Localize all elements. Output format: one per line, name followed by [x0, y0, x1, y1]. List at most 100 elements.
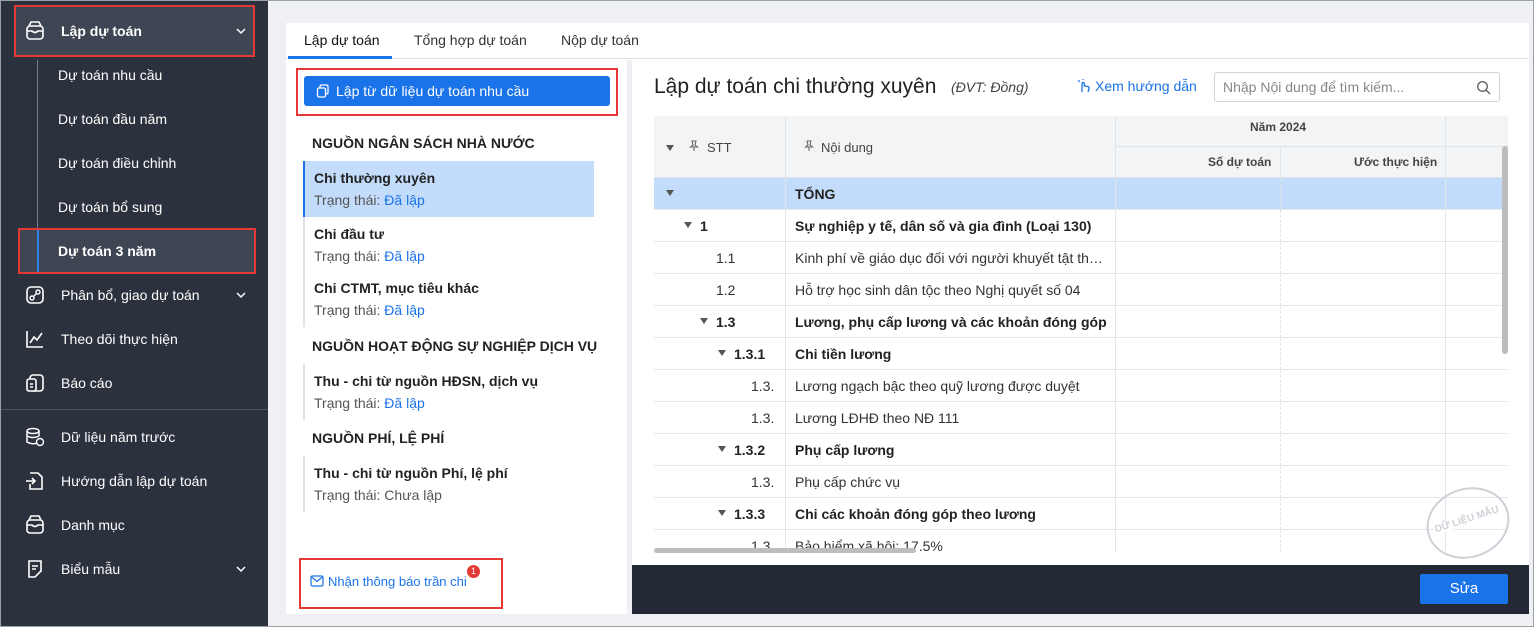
view-guide-label: Xem hướng dẫn — [1095, 78, 1197, 94]
sidebar-item-du-lieu-nam-truoc[interactable]: Dữ liệu năm trước — [0, 415, 268, 459]
tab-nop-du-toan[interactable]: Nộp dự toán — [561, 32, 639, 48]
table-row[interactable]: 1.3.1 Chi tiền lương — [654, 338, 1508, 370]
grid-cell[interactable] — [1445, 402, 1446, 434]
pin-icon[interactable] — [803, 140, 815, 152]
source-item-chi-thuong-xuyen[interactable]: Chi thường xuyên Trạng thái: Đã lập — [303, 161, 594, 217]
table-row[interactable]: 1.3. Lương ngạch bậc theo quỹ lương được … — [654, 370, 1508, 402]
search-icon[interactable] — [1476, 80, 1491, 95]
grid-cell[interactable] — [1280, 402, 1281, 434]
sidebar-item-phan-bo[interactable]: Phân bổ, giao dự toán — [0, 273, 268, 317]
sidebar-item-huong-dan[interactable]: Hướng dẫn lập dự toán — [0, 459, 268, 503]
grid-cell[interactable] — [1115, 466, 1116, 498]
sidebar-sub-du-toan-3-nam[interactable]: Dự toán 3 năm — [58, 243, 156, 259]
table-row[interactable]: 1.3.2 Phụ cấp lương — [654, 434, 1508, 466]
footer-bar — [632, 565, 1529, 614]
grid-cell[interactable] — [1280, 338, 1281, 370]
grid-cell[interactable] — [1115, 242, 1116, 274]
tab-tong-hop-du-toan[interactable]: Tổng hợp dự toán — [414, 32, 527, 48]
table-row[interactable]: 1.1 Kinh phí về giáo dục đối với người kh… — [654, 242, 1508, 274]
create-from-needs-button[interactable]: Lập từ dữ liệu dự toán nhu cầu — [304, 76, 610, 106]
grid-cell[interactable] — [1115, 402, 1116, 434]
receive-ceiling-notice-link[interactable]: Nhận thông báo trần chi — [310, 574, 467, 589]
chevron-down-icon — [236, 566, 246, 573]
grid-cell[interactable] — [1280, 370, 1281, 402]
grid-cell[interactable] — [1115, 274, 1116, 306]
sidebar-sub-du-toan-dieu-chinh[interactable]: Dự toán điều chỉnh — [58, 155, 176, 171]
sidebar-item-bao-cao[interactable]: Báo cáo — [0, 361, 268, 405]
source-item-chi-dau-tu[interactable]: Chi đầu tư Trạng thái: Đã lập — [303, 217, 594, 273]
section-title: NGUỒN HOẠT ĐỘNG SỰ NGHIỆP DỊCH VỤ — [312, 338, 598, 354]
grid-cell[interactable] — [1445, 178, 1446, 210]
tree-line-active — [37, 230, 39, 272]
sidebar-sub-du-toan-dau-nam[interactable]: Dự toán đầu năm — [58, 111, 167, 127]
table-row-total[interactable]: TỔNG — [654, 178, 1508, 210]
grid-cell[interactable] — [1445, 306, 1446, 338]
grid-cell[interactable] — [1115, 498, 1116, 530]
inbox-icon — [26, 515, 44, 534]
grid-cell[interactable] — [1115, 530, 1116, 552]
unit-label: (ĐVT: Đồng) — [951, 79, 1029, 95]
source-item-status: Trạng thái: Đã lập — [314, 302, 425, 318]
grid-cell[interactable] — [1445, 338, 1446, 370]
grid-cell[interactable] — [1115, 338, 1116, 370]
horizontal-scrollbar[interactable] — [654, 548, 916, 553]
grid-cell[interactable] — [1115, 210, 1116, 242]
table-row[interactable]: 1.2 Hỗ trợ học sinh dân tộc theo Nghị quy… — [654, 274, 1508, 306]
table-row[interactable]: 1.3. Phụ cấp chức vụ — [654, 466, 1508, 498]
view-guide-link[interactable]: Xem hướng dẫn — [1077, 78, 1197, 94]
grid-cell[interactable] — [1280, 434, 1281, 466]
table-row[interactable]: 1.3 Lương, phụ cấp lương và các khoản đón… — [654, 306, 1508, 338]
sidebar-item-danh-muc[interactable]: Danh mục — [0, 503, 268, 547]
sidebar-sub-du-toan-bo-sung[interactable]: Dự toán bổ sung — [58, 199, 162, 215]
header-content[interactable]: Nội dung — [821, 140, 873, 155]
table-row[interactable]: 1.3.3 Chi các khoản đóng góp theo lương — [654, 498, 1508, 530]
vertical-scrollbar[interactable] — [1502, 146, 1508, 354]
source-item-chi-ctmt[interactable]: Chi CTMT, mục tiêu khác Trạng thái: Đã l… — [303, 271, 594, 327]
expand-toggle-icon[interactable] — [666, 190, 674, 196]
expand-toggle-icon[interactable] — [718, 510, 726, 516]
search-input[interactable] — [1223, 78, 1463, 96]
sidebar-item-label: Lập dự toán — [61, 23, 142, 39]
grid-cell[interactable] — [1280, 466, 1281, 498]
tab-lap-du-toan[interactable]: Lập dự toán — [304, 32, 380, 48]
table-row[interactable]: 1 Sự nghiệp y tế, dân số và gia đình (Loạ… — [654, 210, 1508, 242]
sidebar-item-theo-doi[interactable]: Theo dõi thực hiện — [0, 317, 268, 361]
grid-cell[interactable] — [1115, 306, 1116, 338]
grid-cell[interactable] — [1280, 274, 1281, 306]
sidebar-item-bieu-mau[interactable]: Biểu mẫu — [0, 547, 268, 591]
grid-cell[interactable] — [1280, 498, 1281, 530]
col-divider — [1445, 116, 1446, 178]
expand-toggle-icon[interactable] — [700, 318, 708, 324]
pin-icon[interactable] — [688, 140, 700, 152]
grid-cell[interactable] — [1115, 434, 1116, 466]
grid-cell[interactable] — [1280, 242, 1281, 274]
sidebar-item-lap-du-toan[interactable]: Lập dự toán — [0, 9, 268, 53]
table-row[interactable]: 1.3. Lương LĐHĐ theo NĐ 111 — [654, 402, 1508, 434]
expand-toggle-icon[interactable] — [684, 222, 692, 228]
header-estimate[interactable]: Số dự toán — [1208, 155, 1271, 169]
header-stt[interactable]: STT — [707, 140, 732, 155]
grid-cell[interactable] — [1115, 178, 1116, 210]
edit-button[interactable]: Sửa — [1420, 574, 1508, 604]
grid-cell[interactable] — [1280, 306, 1281, 338]
mail-icon — [310, 575, 324, 587]
grid-cell[interactable] — [1445, 274, 1446, 306]
grid-cell[interactable] — [1445, 242, 1446, 274]
source-item-hdsn[interactable]: Thu - chi từ nguồn HĐSN, dịch vụ Trạng t… — [303, 364, 594, 420]
header-forecast[interactable]: Ước thực hiện — [1354, 155, 1437, 169]
source-item-status: Trạng thái: Đã lập — [314, 395, 425, 411]
grid-cell[interactable] — [1445, 210, 1446, 242]
collapse-all-icon[interactable] — [666, 145, 674, 151]
grid-cell[interactable] — [1445, 370, 1446, 402]
grid-cell[interactable] — [1115, 370, 1116, 402]
sidebar-item-label: Phân bổ, giao dự toán — [61, 287, 200, 303]
expand-toggle-icon[interactable] — [718, 446, 726, 452]
source-item-phi-le-phi[interactable]: Thu - chi từ nguồn Phí, lệ phí Trạng thá… — [303, 456, 594, 512]
grid-cell[interactable] — [1280, 210, 1281, 242]
grid-cell[interactable] — [1280, 178, 1281, 210]
grid-cell[interactable] — [1445, 434, 1446, 466]
sidebar-sub-du-toan-nhu-cau[interactable]: Dự toán nhu cầu — [58, 67, 162, 83]
grid-cell[interactable] — [1280, 530, 1281, 552]
row-stt: 1.3. — [751, 474, 775, 490]
expand-toggle-icon[interactable] — [718, 350, 726, 356]
